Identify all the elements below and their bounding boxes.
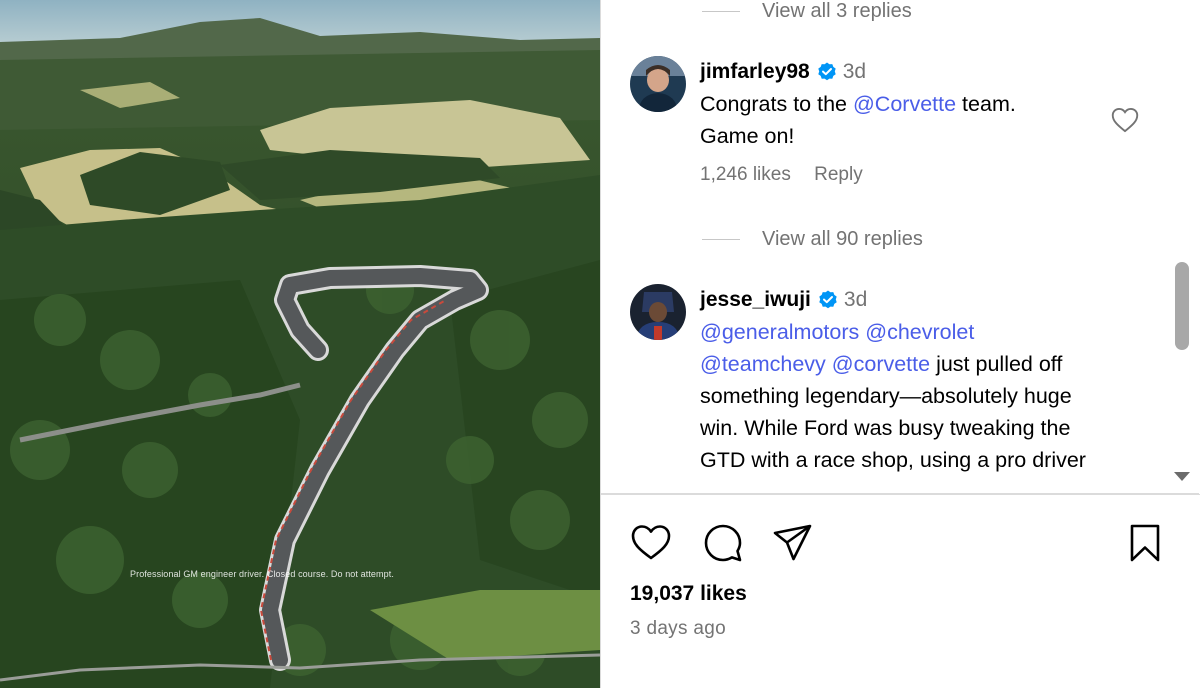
reply-divider xyxy=(702,239,740,240)
scrollbar-thumb[interactable] xyxy=(1175,262,1189,350)
comment-icon[interactable] xyxy=(702,522,744,564)
view-replies-label: View all 3 replies xyxy=(762,0,912,22)
heart-icon[interactable] xyxy=(630,522,672,564)
mention-link[interactable]: @generalmotors xyxy=(700,320,859,344)
post-likes[interactable]: 19,037 likes xyxy=(630,582,747,606)
username[interactable]: jesse_iwuji xyxy=(700,288,811,312)
verified-badge-icon xyxy=(819,290,837,309)
view-replies-link[interactable]: View all 90 replies xyxy=(702,228,923,251)
mention-link[interactable]: @teamchevy xyxy=(700,352,826,376)
photo-caption: Professional GM engineer driver. Closed … xyxy=(130,569,394,579)
mention-link[interactable]: @chevrolet xyxy=(865,320,974,344)
verified-badge-icon xyxy=(818,62,836,81)
comment-meta: 1,246 likes Reply xyxy=(700,164,1090,186)
comment-text: Congrats to the @Corvette team. Game on! xyxy=(700,88,1060,152)
comments-divider xyxy=(601,494,1200,495)
comment-time[interactable]: 3d xyxy=(843,60,866,84)
comment-time[interactable]: 3d xyxy=(844,288,867,312)
reply-button[interactable]: Reply xyxy=(814,164,863,185)
comment-header: jimfarley98 3d xyxy=(700,56,1090,88)
mention-link[interactable]: @corvette xyxy=(832,352,930,376)
comment-text-part: Congrats to the xyxy=(700,92,853,116)
post-photo[interactable]: Professional GM engineer driver. Closed … xyxy=(0,0,600,688)
reply-divider xyxy=(702,11,740,12)
comment-body: jesse_iwuji 3d @generalmotors @chevrolet… xyxy=(700,284,1090,476)
comment-body: jimfarley98 3d Congrats to the @Corvette… xyxy=(700,56,1090,186)
mention-link[interactable]: @Corvette xyxy=(853,92,956,116)
comment-text: @generalmotors @chevrolet @teamchevy @co… xyxy=(700,316,1090,476)
comment-likes[interactable]: 1,246 likes xyxy=(700,164,791,185)
comment-clip: jesse_iwuji 3d @generalmotors @chevrolet… xyxy=(601,280,1161,493)
nurburgring-aerial-image xyxy=(0,0,600,688)
comment-header: jesse_iwuji 3d xyxy=(700,284,1090,316)
avatar[interactable] xyxy=(630,284,686,340)
view-replies-link[interactable]: View all 3 replies xyxy=(702,0,912,23)
post-date[interactable]: 3 days ago xyxy=(630,618,726,640)
bookmark-icon[interactable] xyxy=(1124,522,1166,564)
view-replies-label: View all 90 replies xyxy=(762,228,923,250)
username[interactable]: jimfarley98 xyxy=(700,60,810,84)
share-icon[interactable] xyxy=(771,522,813,564)
scroll-down-arrow[interactable] xyxy=(1174,472,1190,481)
avatar[interactable] xyxy=(630,56,686,112)
heart-outline-icon[interactable] xyxy=(1111,107,1139,133)
